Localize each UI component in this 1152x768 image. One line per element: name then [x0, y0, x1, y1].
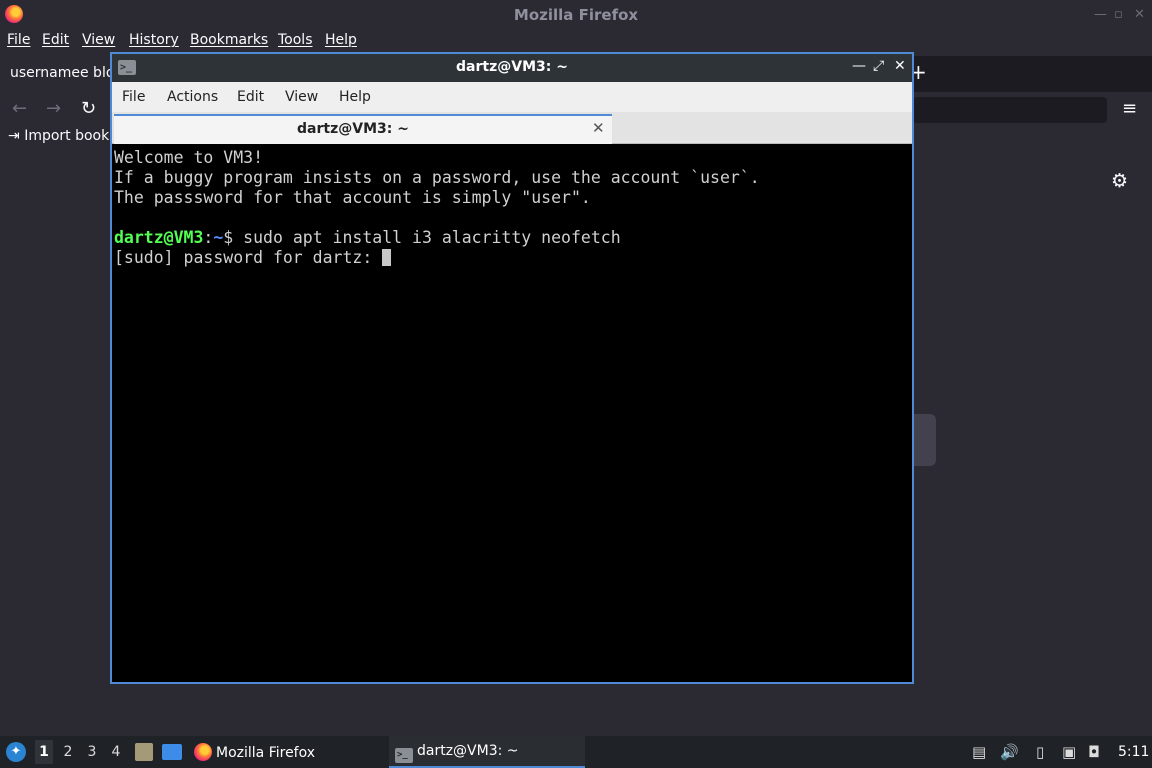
terminal-minimize-icon[interactable]: — — [852, 58, 866, 74]
prompt-user-host: dartz@VM3 — [114, 228, 204, 247]
prompt-symbol: $ — [223, 228, 244, 247]
import-bookmarks-button[interactable]: ⇥ Import bookı — [8, 128, 113, 144]
network-icon[interactable]: ▣ — [1062, 743, 1076, 761]
tray-clipboard-icon[interactable]: ▤ — [972, 743, 986, 761]
firefox-titlebar: Mozilla Firefox — ▫ ✕ — [0, 0, 1152, 30]
terminal-line: The passsword for that account is simply… — [114, 188, 591, 207]
taskbar: ✦ 1 2 3 4 Mozilla Firefox >_ dartz@VM3: ~… — [0, 736, 1152, 768]
terminal-menu-edit[interactable]: Edit — [237, 89, 264, 105]
taskbar-item-firefox[interactable]: Mozilla Firefox — [194, 736, 315, 768]
import-icon: ⇥ — [8, 128, 20, 144]
menu-bookmarks[interactable]: Bookmarks — [190, 32, 268, 48]
notes-icon[interactable]: ▯ — [1036, 743, 1044, 761]
workspace-3[interactable]: 3 — [83, 744, 101, 760]
clock[interactable]: 5:11 — [1118, 744, 1149, 760]
terminal-menu-actions[interactable]: Actions — [167, 89, 218, 105]
terminal-window-title: dartz@VM3: ~ — [456, 59, 568, 75]
tab-close-icon[interactable]: ✕ — [592, 119, 605, 137]
terminal-line: If a buggy program insists on a password… — [114, 168, 760, 187]
text-cursor — [382, 249, 392, 266]
taskbar-item-label: dartz@VM3: ~ — [417, 743, 519, 759]
forward-icon[interactable]: → — [46, 98, 61, 119]
menu-history[interactable]: History — [129, 32, 179, 48]
terminal-tabbar: dartz@VM3: ~ ✕ — [112, 112, 912, 144]
menu-help[interactable]: Help — [325, 32, 357, 48]
back-icon[interactable]: ← — [12, 98, 27, 119]
prompt-path: ~ — [213, 228, 224, 247]
terminal-menu-view[interactable]: View — [285, 89, 318, 105]
terminal-titlebar[interactable]: >_ dartz@VM3: ~ — ⤢ ✕ — [112, 54, 912, 82]
workspace-4[interactable]: 4 — [107, 744, 125, 760]
workspace-1[interactable]: 1 — [35, 740, 53, 764]
url-bar[interactable] — [913, 97, 1107, 123]
volume-icon[interactable]: 🔊 — [1000, 743, 1019, 761]
maximize-icon[interactable]: ▫ — [1114, 7, 1123, 22]
terminal-menubar: File Actions Edit View Help — [112, 82, 912, 112]
terminal-menu-file[interactable]: File — [122, 89, 145, 105]
firefox-tab[interactable]: usernamee blo — [0, 56, 120, 92]
terminal-close-icon[interactable]: ✕ — [894, 58, 906, 74]
prompt-command: sudo apt install i3 alacritty neofetch — [243, 228, 621, 247]
minimize-icon[interactable]: — — [1094, 7, 1107, 22]
firefox-window-title: Mozilla Firefox — [513, 6, 639, 24]
taskbar-item-terminal[interactable]: >_ dartz@VM3: ~ — [389, 736, 585, 768]
menu-tools[interactable]: Tools — [278, 32, 313, 48]
close-icon[interactable]: ✕ — [1134, 7, 1145, 22]
file-manager-icon[interactable] — [135, 743, 153, 761]
start-menu-icon[interactable]: ✦ — [6, 742, 26, 762]
prompt-separator: : — [203, 228, 214, 247]
hamburger-menu-icon[interactable]: ≡ — [1122, 98, 1137, 119]
terminal-window: >_ dartz@VM3: ~ — ⤢ ✕ File Actions Edit … — [110, 52, 914, 684]
menu-file[interactable]: File — [7, 32, 30, 48]
terminal-line: Welcome to VM3! — [114, 148, 264, 167]
sudo-password-prompt: [sudo] password for dartz: — [114, 248, 383, 267]
terminal-output[interactable]: Welcome to VM3! If a buggy program insis… — [114, 146, 910, 682]
settings-gear-icon[interactable]: ⚙ — [1111, 170, 1128, 192]
firefox-icon — [194, 743, 212, 761]
terminal-tab[interactable]: dartz@VM3: ~ ✕ — [114, 114, 612, 144]
terminal-maximize-icon[interactable]: ⤢ — [873, 58, 884, 74]
show-desktop-icon[interactable] — [162, 744, 182, 760]
firefox-menubar: File Edit View History Bookmarks Tools H… — [0, 30, 1152, 54]
terminal-icon: >_ — [395, 748, 413, 763]
taskbar-item-label: Mozilla Firefox — [216, 745, 316, 761]
terminal-menu-help[interactable]: Help — [339, 89, 371, 105]
import-bookmarks-label: Import bookı — [24, 128, 114, 144]
workspace-2[interactable]: 2 — [59, 744, 77, 760]
reload-icon[interactable]: ↻ — [81, 98, 96, 119]
terminal-tab-label: dartz@VM3: ~ — [297, 121, 409, 137]
menu-edit[interactable]: Edit — [42, 32, 69, 48]
update-icon[interactable]: ◘ — [1088, 743, 1100, 761]
menu-view[interactable]: View — [82, 32, 115, 48]
